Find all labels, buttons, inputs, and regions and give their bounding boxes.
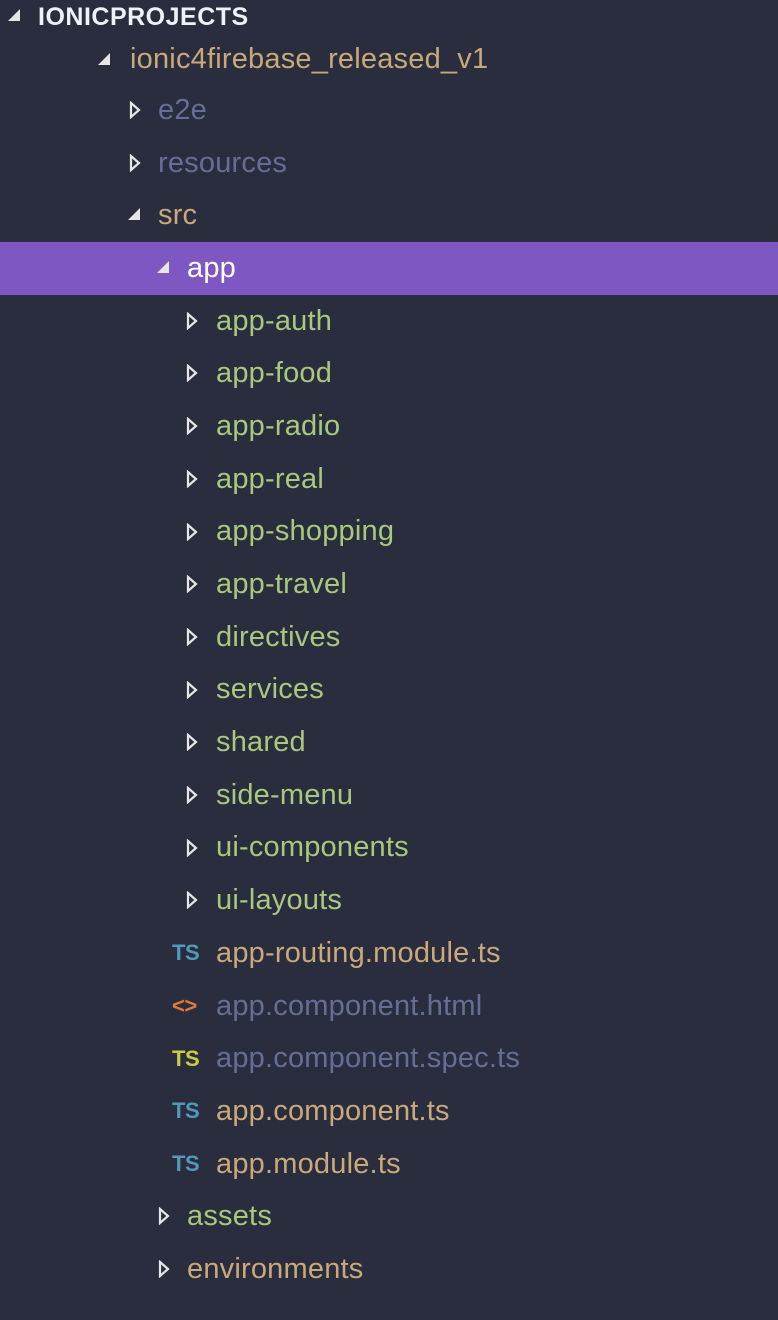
html-icon: <> xyxy=(172,993,197,1019)
chevron-collapsed-icon[interactable] xyxy=(186,627,200,646)
tree-item-label: app-routing.module.ts xyxy=(216,936,501,969)
tree-item-folder[interactable]: resources xyxy=(0,137,778,190)
explorer-root-section[interactable]: IONICPROJECTS xyxy=(0,0,778,34)
chevron-collapsed-icon[interactable] xyxy=(186,891,200,910)
tree-item-label: app-food xyxy=(216,357,333,390)
tree-item-folder[interactable]: app-shopping xyxy=(0,506,778,559)
chevron-expanded-icon[interactable] xyxy=(156,260,170,276)
chevron-expanded-icon[interactable] xyxy=(97,52,111,68)
tree-item-label: app.component.html xyxy=(216,989,483,1022)
chevron-collapsed-icon[interactable] xyxy=(186,311,200,330)
tree-item-label: app.component.ts xyxy=(216,1094,450,1127)
typescript-test-icon: TS xyxy=(172,1045,200,1071)
tree-item-label: src xyxy=(158,199,198,232)
tree-item-folder[interactable]: assets xyxy=(0,1190,778,1243)
tree-item-label: app-shopping xyxy=(216,515,395,548)
tree-item-label: ui-components xyxy=(216,831,409,864)
chevron-collapsed-icon[interactable] xyxy=(129,153,143,172)
tree-item-folder[interactable]: shared xyxy=(0,716,778,769)
chevron-collapsed-icon[interactable] xyxy=(186,733,200,752)
typescript-icon: TS xyxy=(172,940,200,966)
tree-item-folder[interactable]: app xyxy=(0,242,778,295)
tree-item-label: app-auth xyxy=(216,304,333,337)
tree-item-label: side-menu xyxy=(216,778,354,811)
tree-item-label: resources xyxy=(158,146,288,179)
tree-item-label: app.component.spec.ts xyxy=(216,1042,521,1075)
tree-item-folder[interactable]: ui-layouts xyxy=(0,874,778,927)
tree-item-label: app-radio xyxy=(216,409,341,442)
tree-item-folder[interactable]: side-menu xyxy=(0,769,778,822)
tree-item-label: shared xyxy=(216,726,306,759)
file-explorer: IONICPROJECTS ionic4firebase_released_v1… xyxy=(0,0,778,1296)
tree-item-folder[interactable]: e2e xyxy=(0,84,778,137)
tree-item-label: services xyxy=(216,673,324,706)
chevron-collapsed-icon[interactable] xyxy=(186,364,200,383)
tree-item-file[interactable]: TS app.component.ts xyxy=(0,1085,778,1138)
tree-item-label: app xyxy=(187,251,236,284)
chevron-collapsed-icon[interactable] xyxy=(186,785,200,804)
tree-item-file[interactable]: TS app.component.spec.ts xyxy=(0,1032,778,1085)
tree-item-folder[interactable]: environments xyxy=(0,1243,778,1296)
chevron-collapsed-icon[interactable] xyxy=(186,680,200,699)
tree-item-project[interactable]: ionic4firebase_released_v1 xyxy=(0,34,778,84)
chevron-collapsed-icon[interactable] xyxy=(186,522,200,541)
chevron-collapsed-icon[interactable] xyxy=(129,101,143,119)
tree-item-label: app-travel xyxy=(216,568,347,601)
tree-item-folder[interactable]: src xyxy=(0,189,778,242)
typescript-icon: TS xyxy=(172,1151,200,1177)
typescript-icon: TS xyxy=(172,1098,200,1124)
tree-item-label: environments xyxy=(187,1252,364,1285)
project-folder-label: ionic4firebase_released_v1 xyxy=(130,42,489,75)
tree-item-folder[interactable]: directives xyxy=(0,611,778,664)
root-folder-label: IONICPROJECTS xyxy=(38,2,249,31)
tree-item-folder[interactable]: services xyxy=(0,664,778,717)
tree-item-file[interactable]: TS app.module.ts xyxy=(0,1138,778,1191)
chevron-collapsed-icon[interactable] xyxy=(186,575,200,594)
chevron-expanded-icon[interactable] xyxy=(127,207,141,223)
tree-item-folder[interactable]: app-radio xyxy=(0,400,778,453)
chevron-collapsed-icon[interactable] xyxy=(158,1207,172,1226)
tree-item-label: app.module.ts xyxy=(216,1147,401,1180)
tree-item-label: assets xyxy=(187,1200,273,1233)
tree-item-folder[interactable]: app-real xyxy=(0,453,778,506)
chevron-collapsed-icon[interactable] xyxy=(186,838,200,857)
tree-item-folder[interactable]: app-auth xyxy=(0,295,778,348)
tree-item-label: directives xyxy=(216,620,341,653)
chevron-expanded-icon[interactable] xyxy=(7,8,21,24)
tree-item-folder[interactable]: app-food xyxy=(0,347,778,400)
tree-item-label: app-real xyxy=(216,462,324,495)
tree-item-file[interactable]: <> app.component.html xyxy=(0,980,778,1033)
tree-item-folder[interactable]: app-travel xyxy=(0,558,778,611)
tree-item-folder[interactable]: ui-components xyxy=(0,822,778,875)
chevron-collapsed-icon[interactable] xyxy=(158,1260,172,1279)
tree-item-file[interactable]: TS app-routing.module.ts xyxy=(0,927,778,980)
chevron-collapsed-icon[interactable] xyxy=(186,469,200,488)
chevron-collapsed-icon[interactable] xyxy=(186,417,200,436)
tree-items: e2e resources src app app-auth app-food app-ra… xyxy=(0,84,778,1296)
tree-item-label: e2e xyxy=(158,93,207,126)
tree-item-label: ui-layouts xyxy=(216,884,343,917)
